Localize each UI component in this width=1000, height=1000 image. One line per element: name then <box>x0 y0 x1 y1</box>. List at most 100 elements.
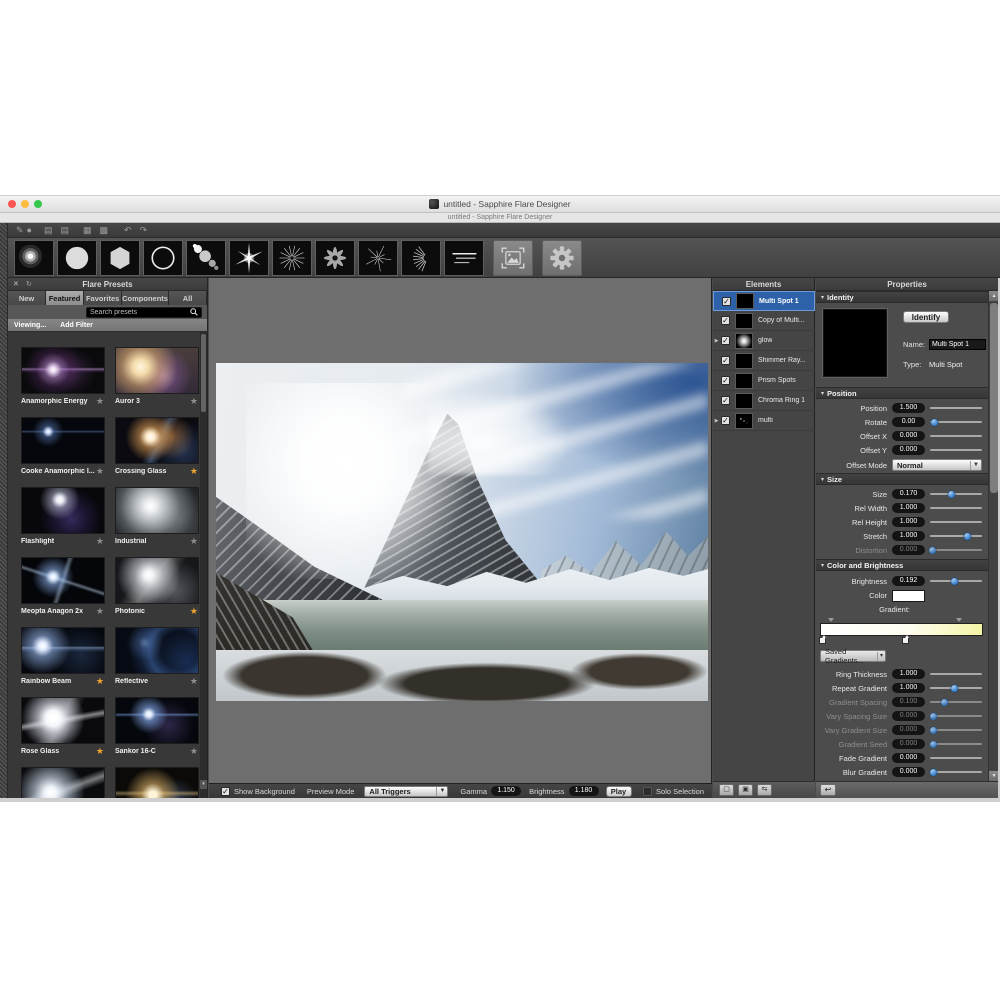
prop-value-field[interactable]: 0.000 <box>892 545 925 555</box>
element-visibility-checkbox[interactable] <box>721 416 730 425</box>
slider-thumb-icon[interactable] <box>951 685 958 692</box>
play-button[interactable]: Play <box>606 786 632 797</box>
identify-button[interactable]: Identify <box>903 311 949 323</box>
favorite-star-icon[interactable]: ★ <box>190 536 198 547</box>
element-row-shimmer-ray[interactable]: Shimmer Ray... <box>713 351 815 371</box>
triggers-dropdown[interactable]: All Triggers ▼ <box>364 786 448 797</box>
flare-button-ray-burst[interactable] <box>272 240 312 276</box>
size-section-header[interactable]: ▾ Size <box>816 473 988 485</box>
prop-slider[interactable] <box>930 445 982 455</box>
prop-value-field[interactable]: 0.000 <box>892 739 925 749</box>
favorite-star-icon[interactable]: ★ <box>190 746 198 757</box>
slider-thumb-icon[interactable] <box>929 547 936 554</box>
element-visibility-checkbox[interactable] <box>721 376 730 385</box>
element-row-chroma-ring-1[interactable]: Chroma Ring 1 <box>713 391 815 411</box>
preset-partial[interactable] <box>21 767 105 798</box>
gradient-stop-icon[interactable] <box>902 637 909 644</box>
favorite-star-icon[interactable]: ★ <box>96 676 104 687</box>
prop-slider[interactable] <box>930 683 982 693</box>
preset-reflective[interactable]: Reflective★ <box>115 627 199 688</box>
element-visibility-checkbox[interactable] <box>721 356 730 365</box>
gradient-stop-icon[interactable] <box>819 637 826 644</box>
gradient-bar[interactable] <box>820 623 983 636</box>
favorite-star-icon[interactable]: ★ <box>96 466 104 477</box>
element-visibility-checkbox[interactable] <box>722 297 731 306</box>
preset-industrial[interactable]: Industrial★ <box>115 487 199 548</box>
preset-thumbnail[interactable] <box>21 557 105 604</box>
prop-slider[interactable] <box>930 725 982 735</box>
duplicate-element-icon[interactable]: ▣ <box>738 784 753 796</box>
scroll-down-icon[interactable]: ▾ <box>200 780 207 789</box>
minimize-window-icon[interactable] <box>21 200 29 208</box>
slider-thumb-icon[interactable] <box>951 578 958 585</box>
prop-slider[interactable] <box>930 545 982 555</box>
element-name-field[interactable] <box>929 339 986 350</box>
preset-cooke-anamorphic-i[interactable]: Cooke Anamorphic I...★ <box>21 417 105 478</box>
preset-crossing-glass[interactable]: Crossing Glass★ <box>115 417 199 478</box>
prop-value-field[interactable]: 1.000 <box>892 517 925 527</box>
search-box[interactable] <box>86 307 202 318</box>
preset-flashlight[interactable]: Flashlight★ <box>21 487 105 548</box>
prop-slider[interactable] <box>930 417 982 427</box>
preset-rainbow-beam[interactable]: Rainbow Beam★ <box>21 627 105 688</box>
prop-value-field[interactable]: 0.192 <box>892 576 925 586</box>
preset-thumbnail[interactable] <box>115 347 199 394</box>
element-row-multi-spot-1[interactable]: Multi Spot 1 <box>713 291 815 311</box>
settings-gear-button[interactable] <box>542 240 582 276</box>
revert-icon[interactable]: ↩ <box>820 784 836 796</box>
favorite-star-icon[interactable]: ★ <box>96 536 104 547</box>
prop-value-field[interactable]: 0.000 <box>892 711 925 721</box>
prop-slider[interactable] <box>930 531 982 541</box>
preset-thumbnail[interactable] <box>115 627 199 674</box>
favorite-star-icon[interactable]: ★ <box>190 466 198 477</box>
prop-value-field[interactable]: 1.000 <box>892 669 925 679</box>
prop-slider[interactable] <box>930 576 982 586</box>
slider-thumb-icon[interactable] <box>931 419 938 426</box>
slider-thumb-icon[interactable] <box>948 491 955 498</box>
slider-thumb-icon[interactable] <box>964 533 971 540</box>
preset-thumbnail[interactable] <box>21 487 105 534</box>
prop-value-field[interactable]: 1.500 <box>892 403 925 413</box>
preset-thumbnail[interactable] <box>21 767 105 798</box>
color-dot-icon[interactable]: ● <box>27 223 32 238</box>
color-section-header[interactable]: ▾ Color and Brightness <box>816 559 988 571</box>
flare-button-star[interactable] <box>229 240 269 276</box>
prop-value-field[interactable]: 0.000 <box>892 431 925 441</box>
maximize-window-icon[interactable] <box>34 200 42 208</box>
preset-thumbnail[interactable] <box>115 417 199 464</box>
offset-mode-dropdown[interactable]: Normal ▼ <box>892 459 982 471</box>
preset-partial[interactable] <box>115 767 199 798</box>
prop-slider[interactable] <box>930 711 982 721</box>
preset-sankor-16-c[interactable]: Sankor 16-C★ <box>115 697 199 758</box>
slider-thumb-icon[interactable] <box>930 727 937 734</box>
gradient-marker-icon[interactable] <box>828 618 834 622</box>
flare-button-hexagon[interactable] <box>100 240 140 276</box>
flare-button-flower-rays[interactable] <box>315 240 355 276</box>
tab-favorites[interactable]: Favorites <box>84 291 122 305</box>
prop-slider[interactable] <box>930 739 982 749</box>
prop-slider[interactable] <box>930 403 982 413</box>
element-row-prism-spots[interactable]: Prism Spots <box>713 371 815 391</box>
gradient-editor[interactable] <box>816 615 988 647</box>
show-background-checkbox[interactable] <box>221 787 230 796</box>
tab-components[interactable]: Components <box>122 291 169 305</box>
prop-slider[interactable] <box>930 753 982 763</box>
open-recent-icon[interactable]: ▤ <box>61 223 70 238</box>
preset-thumbnail[interactable] <box>115 767 199 798</box>
element-row-copy-of-multi[interactable]: Copy of Multi... <box>713 311 815 331</box>
color-swatch[interactable] <box>892 590 925 602</box>
saved-gradients-dropdown[interactable]: Saved Gradients... ▾ <box>820 650 886 662</box>
flare-button-streaks[interactable] <box>444 240 484 276</box>
tab-featured[interactable]: Featured <box>46 291 84 305</box>
open-icon[interactable]: ▤ <box>44 223 53 238</box>
prop-value-field[interactable]: 1.000 <box>892 683 925 693</box>
collapse-icon[interactable]: ▾ <box>821 476 824 483</box>
prop-value-field[interactable]: 0.170 <box>892 489 925 499</box>
preset-thumbnail[interactable] <box>115 697 199 744</box>
prop-value-field[interactable]: 0.000 <box>892 725 925 735</box>
preset-thumbnail[interactable] <box>115 557 199 604</box>
slider-thumb-icon[interactable] <box>930 713 937 720</box>
slider-thumb-icon[interactable] <box>930 741 937 748</box>
prop-slider[interactable] <box>930 503 982 513</box>
prop-slider[interactable] <box>930 669 982 679</box>
